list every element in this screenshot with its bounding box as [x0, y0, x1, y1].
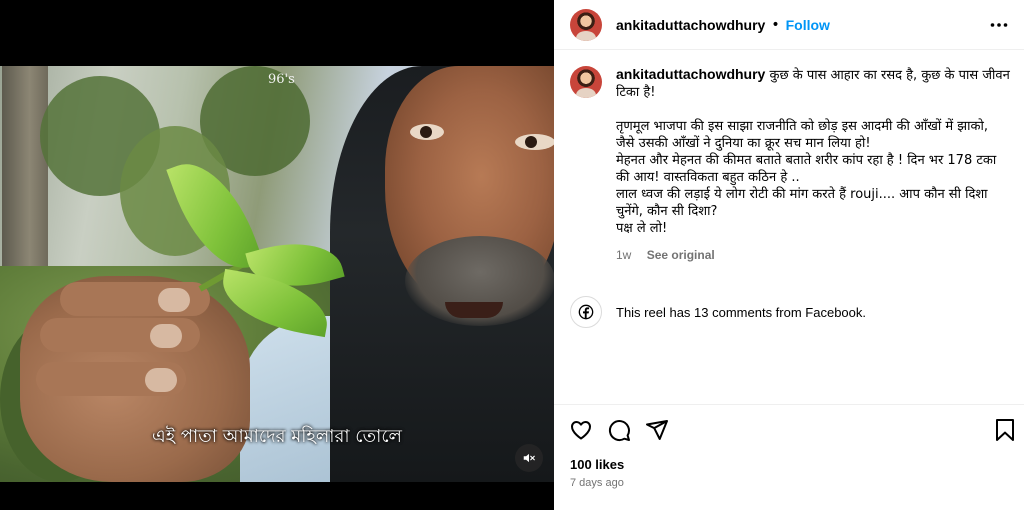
likes-count[interactable]: 100 likes — [570, 457, 624, 472]
like-button[interactable] — [568, 417, 594, 443]
avatar[interactable] — [570, 8, 602, 41]
header-username[interactable]: ankitaduttachowdhury — [616, 17, 765, 33]
caption-line: लाल ध्वज की लड़ाई ये लोग रोटी की मांग कर… — [616, 187, 988, 219]
person-mouth — [445, 302, 503, 318]
comment-icon — [608, 420, 630, 442]
caption-username[interactable]: ankitaduttachowdhury — [616, 66, 765, 82]
more-options-button[interactable] — [986, 12, 1012, 38]
video-subtitle: এই পাতা আমাদের মহিলারা তোলে — [152, 426, 402, 447]
more-horizontal-icon — [990, 23, 1008, 27]
share-button[interactable] — [644, 417, 670, 443]
caption-line: पक्ष ले लो! — [616, 221, 668, 236]
caption: ankitaduttachowdhury कुछ के पास आहार का … — [570, 66, 1010, 264]
see-original-link[interactable]: See original — [647, 248, 715, 262]
heart-icon — [571, 421, 591, 440]
post-age: 1w — [616, 248, 632, 262]
speaker-muted-icon — [523, 453, 535, 463]
fingernail — [150, 324, 182, 348]
facebook-badge — [570, 296, 602, 328]
background-tree — [2, 66, 48, 266]
action-bar: 100 likes 7 days ago — [554, 404, 1024, 510]
facebook-comments-text: This reel has 13 comments from Facebook. — [616, 304, 866, 320]
caption-meta: 1w See original — [616, 247, 1010, 264]
comment-button[interactable] — [606, 417, 632, 443]
caption-line: मेहनत और मेहनत की कीमत बताते बताते शरीर … — [616, 153, 997, 185]
post-header: ankitaduttachowdhury • Follow — [554, 0, 1024, 50]
facebook-comments-row[interactable]: This reel has 13 comments from Facebook. — [570, 296, 866, 328]
video-frame[interactable]: 96's এই পাতা আমাদের মহিলারা তোলে — [0, 66, 554, 482]
fingernail — [158, 288, 190, 312]
mute-button[interactable] — [515, 444, 543, 472]
post-date: 7 days ago — [570, 477, 624, 489]
caption-gap — [616, 101, 1010, 118]
separator-dot: • — [771, 16, 780, 33]
caption-line: तृणमूल भाजपा की इस साझा राजनीति को छोड़ … — [616, 119, 988, 134]
fingernail — [145, 368, 177, 392]
caption-line: जैसे उसकी आँखों ने दुनिया का क्रूर सच मा… — [616, 136, 871, 151]
reel-video[interactable]: 96's এই পাতা আমাদের মহিলারা তোলে — [0, 0, 554, 510]
avatar[interactable] — [570, 66, 602, 98]
follow-button[interactable]: Follow — [786, 17, 830, 33]
person-eye — [410, 124, 444, 140]
save-button[interactable] — [992, 417, 1018, 443]
facebook-icon — [578, 304, 594, 320]
caption-body: ankitaduttachowdhury कुछ के पास आहार का … — [616, 66, 1010, 264]
post-side-panel: ankitaduttachowdhury • Follow ankitadutt… — [554, 0, 1024, 510]
bookmark-icon — [996, 419, 1014, 441]
video-watermark: 96's — [268, 72, 295, 87]
share-icon — [646, 420, 668, 440]
person-eye — [515, 134, 554, 150]
